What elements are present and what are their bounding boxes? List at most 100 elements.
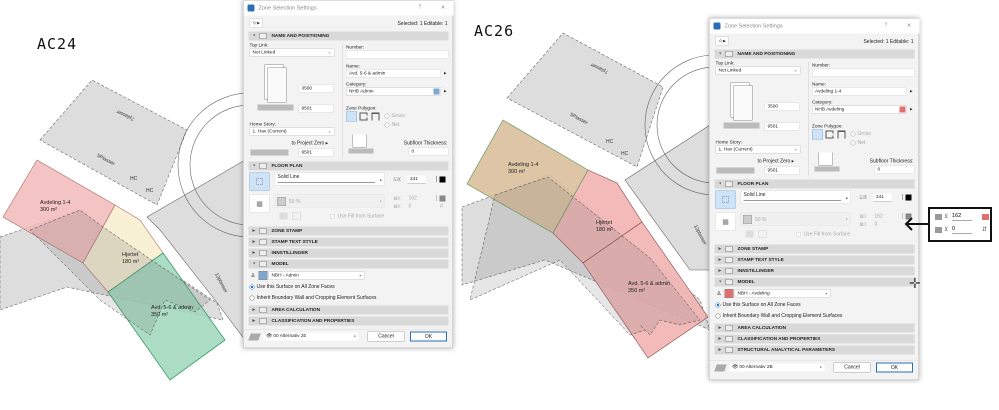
zone-stamp[interactable]: Hjertet 180 m² — [122, 252, 139, 266]
section-innstillinger[interactable]: ▶ INNSTILLINGER — [714, 266, 915, 276]
category-menu-button[interactable]: ▸ — [910, 107, 913, 113]
category-select[interactable]: NHB Avdeling — [812, 105, 907, 114]
home-story-select[interactable]: 1. Hav (Current) ⌄ — [715, 145, 801, 154]
net-radio[interactable] — [850, 140, 856, 146]
fill-pen-input[interactable]: 162 — [875, 214, 883, 220]
cover-fill-toggle[interactable]: ⬚ — [249, 172, 270, 191]
use-fill-checkbox[interactable] — [796, 232, 801, 237]
surface-select[interactable]: NBH - Avdeling ▸ — [734, 289, 831, 298]
section-name-and-positioning[interactable]: ▼ NAME AND POSITIONING — [714, 49, 915, 59]
inherit-surfaces-radio[interactable] — [249, 295, 255, 301]
zone-stamp[interactable]: Avdeling 1-4 300 m² — [40, 200, 70, 214]
background-pen-input[interactable]: 0 — [875, 222, 878, 228]
polygon-auto-button[interactable] — [371, 112, 380, 121]
number-input[interactable] — [812, 68, 915, 77]
section-classification-and-properties[interactable]: ▶ CLASSIFICATION AND PROPERTIES — [248, 316, 449, 326]
help-button[interactable]: ? — [885, 23, 888, 29]
category-menu-button[interactable]: ▸ — [444, 89, 447, 95]
bottom-offset-input[interactable]: 9501 — [298, 104, 334, 113]
ok-button[interactable]: OK — [876, 362, 913, 373]
title-bar[interactable]: Zone Selection Settings ? × — [243, 0, 454, 16]
fill-icon[interactable]: ▦ — [249, 194, 270, 213]
surface-select[interactable]: NBH - Admin ▸ — [268, 271, 365, 280]
section-zone-stamp[interactable]: ▶ ZONE STAMP — [714, 244, 915, 254]
contour-pen-color[interactable] — [905, 194, 912, 201]
project-zero-input[interactable]: 9501 — [298, 148, 334, 157]
fill-type-select[interactable]: 50 % ▸ — [274, 194, 385, 208]
bottom-offset-input[interactable]: 9501 — [764, 122, 800, 131]
cancel-button[interactable]: Cancel — [367, 331, 405, 342]
layer-select[interactable]: 👁︎ 00 Alternativ 2b ▸ — [263, 332, 359, 341]
line-type-select[interactable]: Solid Line ▸ — [274, 172, 385, 186]
contour-pen-input[interactable]: 241 — [873, 193, 892, 202]
top-link-select[interactable]: Not Linked ⌄ — [249, 48, 335, 57]
help-button[interactable]: ? — [419, 5, 422, 11]
section-area-calculation[interactable]: ▶ AREA CALCULATION — [714, 323, 915, 333]
fill-orientation-button[interactable] — [279, 212, 288, 220]
section-area-calculation[interactable]: ▶ AREA CALCULATION — [248, 305, 449, 315]
section-floor-plan[interactable]: ▼ FLOOR PLAN — [248, 161, 449, 171]
number-input[interactable] — [346, 50, 449, 59]
fill-origin-button[interactable] — [292, 212, 301, 220]
callout-pen-162[interactable]: 162 — [952, 213, 972, 221]
ok-button[interactable]: OK — [410, 331, 447, 342]
zone-stamp[interactable]: Hjertet 180 m² — [596, 220, 613, 234]
close-button[interactable]: × — [441, 3, 445, 11]
background-pen-input[interactable]: 0 — [409, 204, 412, 210]
subfloor-input[interactable]: 0 — [408, 147, 449, 156]
layer-select[interactable]: 👁︎ 00 Alternativ 2B ▸ — [729, 363, 825, 372]
line-type-select[interactable]: Solid Line ▸ — [740, 190, 851, 204]
section-stamp-text-style[interactable]: ▶ STAMP TEXT STYLE — [248, 237, 449, 247]
zone-height-input[interactable]: 3500 — [764, 102, 800, 111]
section-zone-stamp[interactable]: ▶ ZONE STAMP — [248, 226, 449, 236]
zone-stamp[interactable]: Avd. 5-6 & admin 350 m² — [628, 281, 670, 295]
fill-pen-input[interactable]: 162 — [409, 196, 417, 202]
section-classification-and-properties[interactable]: ▶ CLASSIFICATION AND PROPERTIES — [714, 334, 915, 344]
section-stamp-text-style[interactable]: ▶ STAMP TEXT STYLE — [714, 255, 915, 265]
zone-name-input[interactable]: Avdeling 1-4 — [812, 87, 907, 96]
favorites-star-button[interactable]: ☆▸ — [249, 18, 263, 28]
favorites-star-button[interactable]: ☆▸ — [715, 36, 729, 46]
cancel-button[interactable]: Cancel — [833, 362, 871, 373]
polygon-manual-button[interactable] — [812, 129, 823, 140]
contour-pen-input[interactable]: 241 — [407, 175, 426, 184]
reference-level-select[interactable]: to Project Zero ▸ — [758, 159, 795, 165]
fill-pen-color[interactable] — [439, 195, 446, 202]
fill-origin-button[interactable] — [758, 230, 767, 238]
section-floor-plan[interactable]: ▼ FLOOR PLAN — [714, 179, 915, 189]
fill-orientation-button[interactable] — [745, 230, 754, 238]
polygon-rectangle-button[interactable] — [359, 112, 368, 121]
net-radio[interactable] — [384, 122, 390, 128]
section-model[interactable]: ▼ MODEL — [714, 277, 915, 287]
title-bar[interactable]: Zone Selection Settings ? × — [709, 18, 920, 34]
polygon-auto-button[interactable] — [837, 130, 846, 139]
reference-level-select[interactable]: to Project Zero ▸ — [292, 141, 329, 147]
use-fill-checkbox[interactable] — [330, 214, 335, 219]
category-select[interactable]: NHB Admin — [346, 87, 441, 96]
surface-all-faces-radio[interactable] — [715, 302, 721, 308]
zone-name-input[interactable]: Avd. 5-6 & admin — [346, 69, 441, 78]
inherit-surfaces-radio[interactable] — [715, 313, 721, 319]
surface-all-faces-radio[interactable] — [249, 284, 255, 290]
project-zero-input[interactable]: 9501 — [764, 166, 800, 175]
polygon-manual-button[interactable] — [346, 111, 357, 122]
cover-fill-toggle[interactable]: ⬚ — [715, 190, 736, 209]
name-menu-button[interactable]: ▸ — [910, 89, 913, 95]
polygon-rectangle-button[interactable] — [825, 130, 834, 139]
fill-type-select[interactable]: 50 % ▸ — [740, 212, 851, 226]
gross-radio[interactable] — [384, 113, 390, 119]
subfloor-input[interactable]: 0 — [874, 165, 915, 174]
section-name-and-positioning[interactable]: ▼ NAME AND POSITIONING — [248, 31, 449, 41]
home-story-select[interactable]: 1. Hav (Current) ⌄ — [249, 127, 335, 136]
top-link-select[interactable]: Not Linked ⌄ — [715, 66, 801, 75]
name-menu-button[interactable]: ▸ — [444, 71, 447, 77]
callout-pen-0[interactable]: 0 — [952, 226, 972, 234]
close-button[interactable]: × — [907, 21, 911, 29]
zone-stamp[interactable]: Avd. 5-6 & admin 350 m² — [151, 305, 193, 319]
zone-stamp[interactable]: Avdeling 1-4 300 m² — [508, 162, 538, 176]
section-model[interactable]: ▼ MODEL — [248, 259, 449, 269]
color-swatch[interactable] — [982, 214, 989, 220]
gross-radio[interactable] — [850, 131, 856, 137]
section-structural-analytical-parameters[interactable]: ▶ STRUCTURAL ANALYTICAL PARAMETERS — [714, 345, 915, 355]
section-innstillinger[interactable]: ▶ INNSTILLINGER — [248, 248, 449, 258]
